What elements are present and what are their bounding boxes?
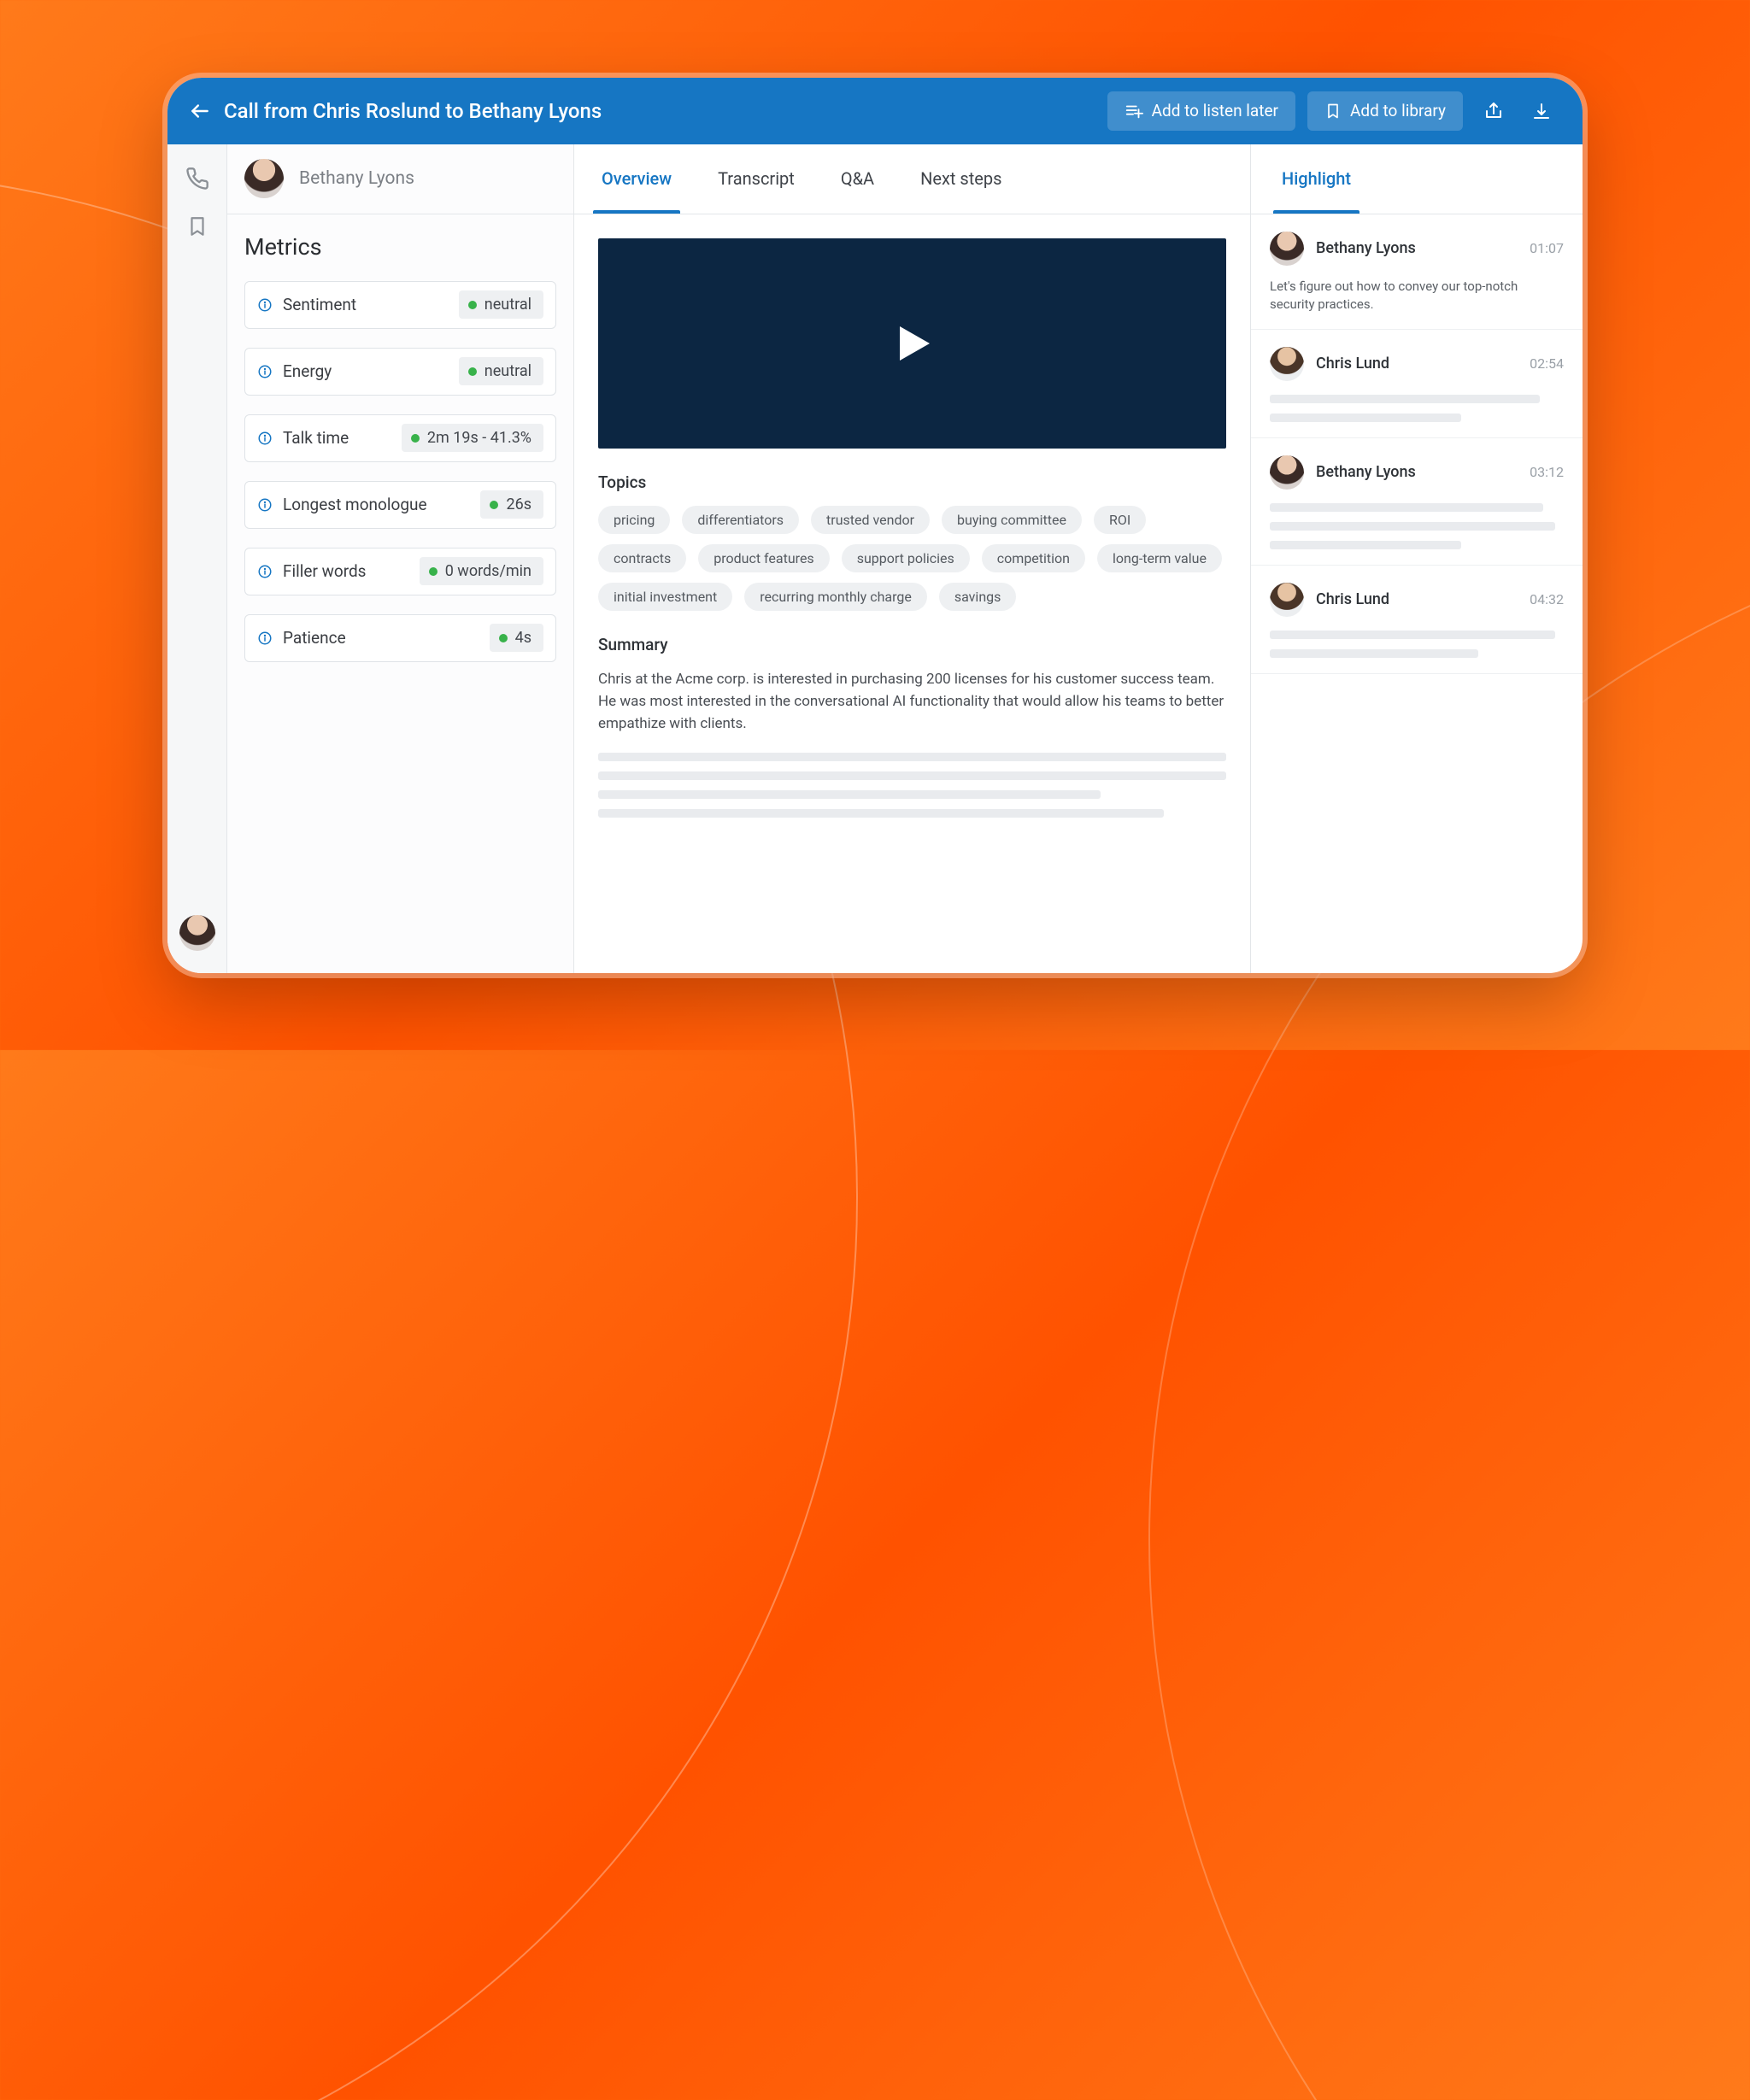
topics-heading: Topics (598, 472, 1226, 492)
download-icon (1531, 101, 1552, 121)
metric-value-badge: neutral (459, 357, 543, 385)
topic-chip[interactable]: recurring monthly charge (744, 583, 927, 611)
listen-later-label: Add to listen later (1152, 101, 1278, 120)
participant-avatar (244, 159, 284, 198)
highlight-timestamp: 02:54 (1530, 355, 1564, 372)
info-icon (257, 497, 273, 513)
highlight-placeholder (1270, 503, 1564, 549)
page-title: Call from Chris Roslund to Bethany Lyons (224, 99, 602, 123)
topic-chip[interactable]: product features (698, 544, 829, 572)
topic-chip[interactable]: savings (939, 583, 1017, 611)
highlight-placeholder (1270, 631, 1564, 658)
metric-label: Longest monologue (283, 495, 470, 514)
highlight-tabs: Highlight (1251, 144, 1583, 214)
tab-highlight[interactable]: Highlight (1263, 144, 1370, 214)
topic-chip[interactable]: buying committee (942, 506, 1082, 534)
topic-chip[interactable]: initial investment (598, 583, 732, 611)
highlight-placeholder (1270, 395, 1564, 422)
topic-chip[interactable]: differentiators (682, 506, 799, 534)
metric-row[interactable]: Energy neutral (244, 348, 556, 396)
highlight-name: Chris Lund (1316, 355, 1518, 372)
highlight-avatar (1270, 347, 1304, 381)
tab-transcript[interactable]: Transcript (699, 144, 813, 214)
tab-qna[interactable]: Q&A (822, 144, 893, 214)
topic-chip[interactable]: trusted vendor (811, 506, 930, 534)
info-icon (257, 297, 273, 313)
highlight-text: Let's figure out how to convey our top-n… (1270, 278, 1564, 314)
highlight-timestamp: 03:12 (1530, 464, 1564, 480)
metric-label: Filler words (283, 561, 409, 581)
bookmark-icon (1324, 102, 1342, 120)
metric-value-badge: neutral (459, 290, 543, 319)
share-icon (1483, 101, 1504, 121)
metric-row[interactable]: Filler words 0 words/min (244, 548, 556, 595)
metrics-title: Metrics (244, 233, 556, 261)
summary-text: Chris at the Acme corp. is interested in… (598, 668, 1226, 736)
info-icon (257, 431, 273, 446)
metric-label: Patience (283, 628, 479, 648)
metric-label: Talk time (283, 428, 391, 448)
metric-value-badge: 0 words/min (420, 557, 543, 585)
highlight-item[interactable]: Bethany Lyons 03:12 (1251, 438, 1583, 566)
metrics-panel: Bethany Lyons Metrics SentimentneutralEn… (227, 144, 574, 973)
metric-row[interactable]: Longest monologue 26s (244, 481, 556, 529)
phone-icon (185, 167, 209, 191)
metric-row[interactable]: Sentiment neutral (244, 281, 556, 329)
highlight-name: Chris Lund (1316, 590, 1518, 608)
back-button[interactable] (183, 94, 217, 128)
highlight-name: Bethany Lyons (1316, 463, 1518, 481)
add-to-listen-later-button[interactable]: Add to listen later (1107, 91, 1295, 131)
summary-heading: Summary (598, 635, 1226, 654)
current-user-avatar[interactable] (179, 915, 215, 951)
highlight-panel: Highlight Bethany Lyons 01:07 Let's figure… (1251, 144, 1583, 973)
bookmark-outline-icon (186, 214, 208, 238)
playlist-add-icon (1125, 102, 1143, 120)
info-icon (257, 364, 273, 379)
participant-header: Bethany Lyons (227, 144, 573, 214)
info-icon (257, 631, 273, 646)
participant-name: Bethany Lyons (299, 168, 414, 189)
video-player[interactable] (598, 238, 1226, 449)
topic-chip[interactable]: competition (982, 544, 1085, 572)
tab-overview[interactable]: Overview (583, 144, 690, 214)
info-icon (257, 564, 273, 579)
content-tabs: Overview Transcript Q&A Next steps (574, 144, 1250, 214)
summary-placeholder (598, 753, 1226, 818)
highlight-item[interactable]: Chris Lund 02:54 (1251, 330, 1583, 438)
highlight-item[interactable]: Bethany Lyons 01:07 Let's figure out how t… (1251, 214, 1583, 330)
highlight-item[interactable]: Chris Lund 04:32 (1251, 566, 1583, 674)
app-window: Call from Chris Roslund to Bethany Lyons… (167, 78, 1583, 973)
nav-calls[interactable] (185, 167, 209, 191)
header-bar: Call from Chris Roslund to Bethany Lyons… (167, 78, 1583, 144)
highlight-timestamp: 04:32 (1530, 591, 1564, 607)
nav-rail (167, 144, 227, 973)
metric-row[interactable]: Talk time 2m 19s - 41.3% (244, 414, 556, 462)
overview-panel: Overview Transcript Q&A Next steps Topic… (574, 144, 1251, 973)
topic-chip[interactable]: long-term value (1097, 544, 1222, 572)
topics-list: pricing differentiators trusted vendor buyi… (598, 506, 1226, 611)
nav-bookmarks[interactable] (186, 214, 208, 238)
topic-chip[interactable]: contracts (598, 544, 686, 572)
metric-value-badge: 4s (490, 624, 543, 652)
metric-value-badge: 26s (480, 490, 543, 519)
topic-chip[interactable]: ROI (1094, 506, 1146, 534)
highlight-avatar (1270, 455, 1304, 490)
tab-next-steps[interactable]: Next steps (901, 144, 1020, 214)
download-button[interactable] (1524, 94, 1559, 128)
highlight-name: Bethany Lyons (1316, 239, 1518, 257)
add-library-label: Add to library (1350, 101, 1446, 120)
share-button[interactable] (1477, 94, 1511, 128)
highlight-avatar (1270, 583, 1304, 617)
metric-label: Energy (283, 361, 449, 381)
play-icon (887, 318, 938, 369)
arrow-left-icon (189, 100, 211, 122)
topic-chip[interactable]: pricing (598, 506, 670, 534)
highlight-timestamp: 01:07 (1530, 240, 1564, 256)
metric-row[interactable]: Patience 4s (244, 614, 556, 662)
highlight-avatar (1270, 232, 1304, 266)
topic-chip[interactable]: support policies (842, 544, 970, 572)
metric-label: Sentiment (283, 295, 449, 314)
metric-value-badge: 2m 19s - 41.3% (402, 424, 543, 452)
add-to-library-button[interactable]: Add to library (1307, 91, 1463, 131)
